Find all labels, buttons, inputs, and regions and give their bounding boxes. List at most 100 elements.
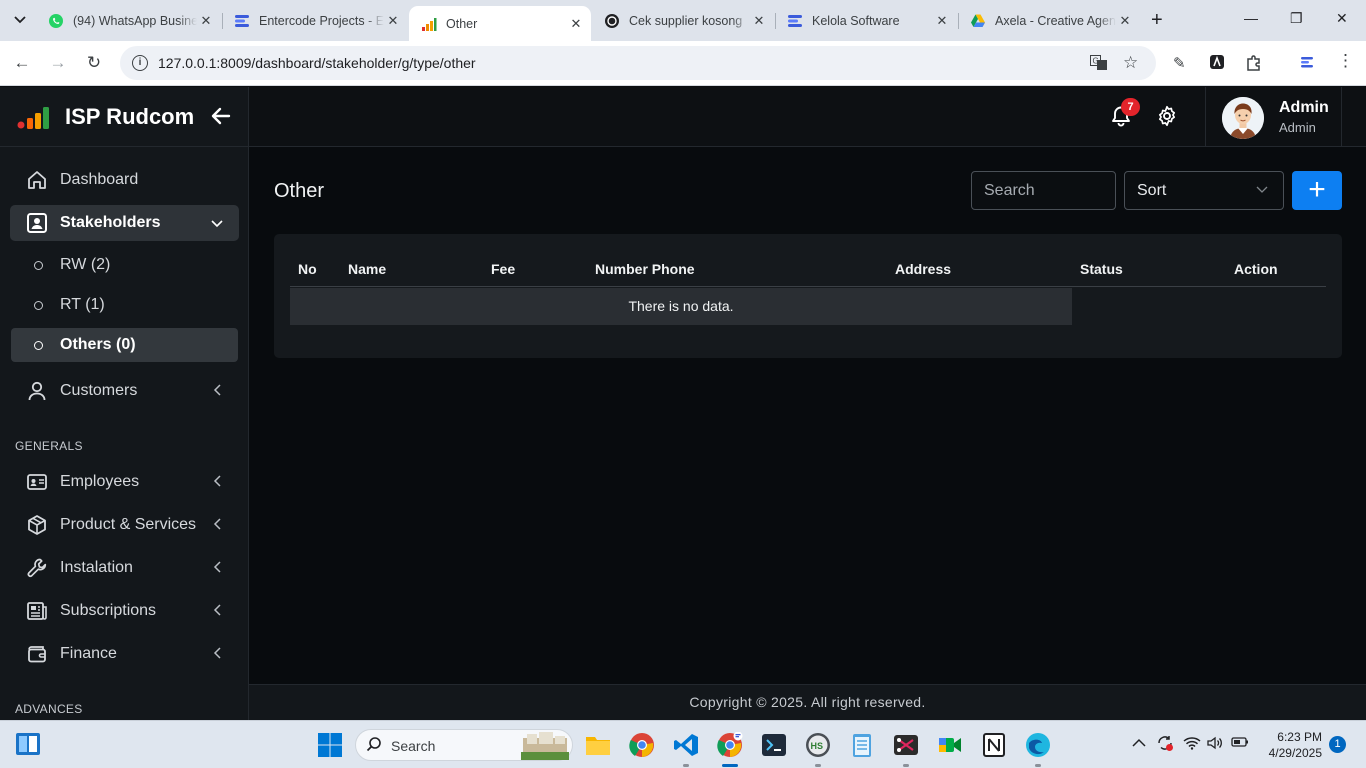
table-header: No Name Fee Number Phone Address Status … — [290, 252, 1326, 287]
taskbar-clock[interactable]: 6:23 PM 4/29/2025 — [1262, 729, 1322, 761]
widgets-icon[interactable] — [15, 732, 41, 756]
sidebar-item-stakeholders[interactable]: Stakeholders — [10, 205, 239, 241]
profile-icon[interactable] — [1299, 54, 1315, 74]
chrome-menu-icon[interactable]: ⋮ — [1337, 51, 1354, 71]
isp-logo-icon — [421, 16, 437, 32]
user-menu[interactable]: Admin Admin — [1205, 87, 1342, 147]
sidebar-item-label: Subscriptions — [60, 602, 157, 619]
taskbar-search[interactable]: Search — [355, 729, 573, 761]
sidebar-item-subscriptions[interactable]: Subscriptions — [10, 593, 239, 629]
browser-tab[interactable]: (94) WhatsApp Business ✕ — [36, 6, 221, 35]
tab-search-chevron-icon[interactable] — [8, 8, 32, 32]
bookmark-star-icon[interactable]: ☆ — [1123, 53, 1138, 73]
sidebar-item-instalation[interactable]: Instalation — [10, 550, 239, 586]
sort-select[interactable]: Sort — [1124, 171, 1284, 210]
windows-start-icon[interactable] — [317, 732, 343, 758]
file-explorer-icon[interactable] — [585, 732, 611, 758]
tab-close-icon[interactable]: ✕ — [567, 15, 585, 33]
sidebar-item-label: Customers — [60, 382, 138, 399]
column-header-action: Action — [1234, 261, 1278, 277]
tab-close-icon[interactable]: ✕ — [750, 12, 768, 30]
heidisql-icon[interactable]: HS — [805, 732, 831, 758]
minimize-icon[interactable]: — — [1244, 10, 1258, 26]
sidebar-subitem-others[interactable]: Others (0) — [11, 328, 238, 362]
sidebar-item-customers[interactable]: Customers — [10, 373, 239, 409]
search-input[interactable] — [971, 171, 1116, 210]
browser-toolbar: ← → ↻ i 127.0.0.1:8009/dashboard/stakeho… — [0, 41, 1366, 86]
google-meet-icon[interactable] — [937, 732, 963, 758]
tab-close-icon[interactable]: ✕ — [197, 12, 215, 30]
extension-a-icon[interactable] — [1209, 54, 1225, 74]
sidebar-subitem-label: Others (0) — [60, 336, 136, 353]
browser-tab-active[interactable]: Other ✕ — [409, 6, 591, 41]
brand-header: ISP Rudcom — [0, 87, 248, 147]
sort-select-value: Sort — [1137, 182, 1167, 199]
forward-icon[interactable]: → — [48, 53, 68, 73]
notepad-icon[interactable] — [849, 732, 875, 758]
tab-close-icon[interactable]: ✕ — [1116, 12, 1134, 30]
column-header-fee: Fee — [491, 261, 516, 277]
browser-tab[interactable]: Entercode Projects - Entercode ✕ — [222, 6, 408, 35]
notion-icon[interactable] — [981, 732, 1007, 758]
url-text[interactable]: 127.0.0.1:8009/dashboard/stakeholder/g/t… — [158, 55, 476, 71]
wifi-icon[interactable] — [1183, 736, 1201, 753]
snipping-tool-icon[interactable] — [893, 732, 919, 758]
vscode-icon[interactable] — [673, 732, 699, 758]
section-title-advances: ADVANCES — [15, 702, 83, 716]
sync-alert-icon[interactable] — [1156, 734, 1174, 755]
edit-pen-icon[interactable]: ✎ — [1173, 54, 1186, 72]
table-card: No Name Fee Number Phone Address Status … — [274, 234, 1342, 358]
chatgpt-icon — [604, 13, 620, 29]
sidebar-item-finance[interactable]: Finance — [10, 636, 239, 672]
search-icon — [366, 736, 382, 756]
edge-icon[interactable] — [1025, 732, 1051, 758]
browser-tab[interactable]: Kelola Software ✕ — [775, 6, 957, 35]
restore-icon[interactable]: ❐ — [1290, 10, 1303, 27]
sidebar-item-label: Employees — [60, 473, 140, 490]
translate-icon[interactable]: G — [1090, 55, 1108, 75]
reload-icon[interactable]: ↻ — [84, 53, 104, 73]
tab-label: Cek supplier kosong — [629, 13, 743, 28]
browser-tab[interactable]: Axela - Creative Agency ✕ — [958, 6, 1140, 35]
tab-close-icon[interactable]: ✕ — [933, 12, 951, 30]
browser-tab-strip: (94) WhatsApp Business ✕ Entercode Proje… — [0, 0, 1366, 41]
window-close-icon[interactable]: ✕ — [1336, 10, 1348, 27]
tab-close-icon[interactable]: ✕ — [384, 12, 402, 30]
site-info-icon[interactable]: i — [132, 55, 148, 71]
chevron-left-icon — [207, 646, 227, 662]
user-role: Admin — [1279, 120, 1316, 135]
extensions-puzzle-icon[interactable] — [1245, 54, 1263, 76]
settings-gear-icon[interactable] — [1156, 105, 1178, 127]
back-icon[interactable]: ← — [12, 53, 32, 73]
chrome-icon[interactable] — [629, 732, 655, 758]
sidebar-subitem-rw[interactable]: RW (2) — [11, 248, 238, 282]
column-header-no: No — [298, 261, 317, 277]
collapse-sidebar-arrow-icon[interactable] — [211, 103, 231, 132]
app-header: 7 Admin Admin — [249, 87, 1366, 147]
sidebar-item-dashboard[interactable]: Dashboard — [10, 162, 239, 198]
column-header-name: Name — [348, 261, 387, 277]
sidebar-item-employees[interactable]: Employees — [10, 464, 239, 500]
chevron-down-icon — [207, 215, 227, 231]
show-hidden-icons-icon[interactable] — [1132, 736, 1146, 751]
tab-label: Kelola Software — [812, 13, 900, 28]
sidebar-item-products[interactable]: Product & Services — [10, 507, 239, 543]
address-bar[interactable]: i 127.0.0.1:8009/dashboard/stakeholder/g… — [120, 46, 1156, 80]
notification-badge: 7 — [1121, 98, 1140, 116]
chevron-left-icon — [207, 383, 227, 399]
browser-tab[interactable]: Cek supplier kosong ✕ — [592, 6, 774, 35]
chrome-profile-icon[interactable] — [717, 731, 743, 758]
tab-label: Other — [446, 16, 478, 31]
clock-time: 6:23 PM — [1277, 730, 1322, 744]
notification-center-badge[interactable]: 1 — [1329, 736, 1346, 753]
chevron-left-icon — [207, 517, 227, 533]
add-button[interactable]: + — [1292, 171, 1342, 210]
brand-name: ISP Rudcom — [65, 104, 195, 129]
sidebar-subitem-rt[interactable]: RT (1) — [11, 288, 238, 322]
battery-icon[interactable] — [1231, 736, 1249, 751]
new-tab-icon[interactable]: + — [1151, 10, 1163, 30]
clock-date: 4/29/2025 — [1268, 746, 1322, 760]
chevron-left-icon — [207, 474, 227, 490]
terminal-icon[interactable] — [761, 732, 787, 758]
volume-icon[interactable] — [1207, 736, 1223, 753]
